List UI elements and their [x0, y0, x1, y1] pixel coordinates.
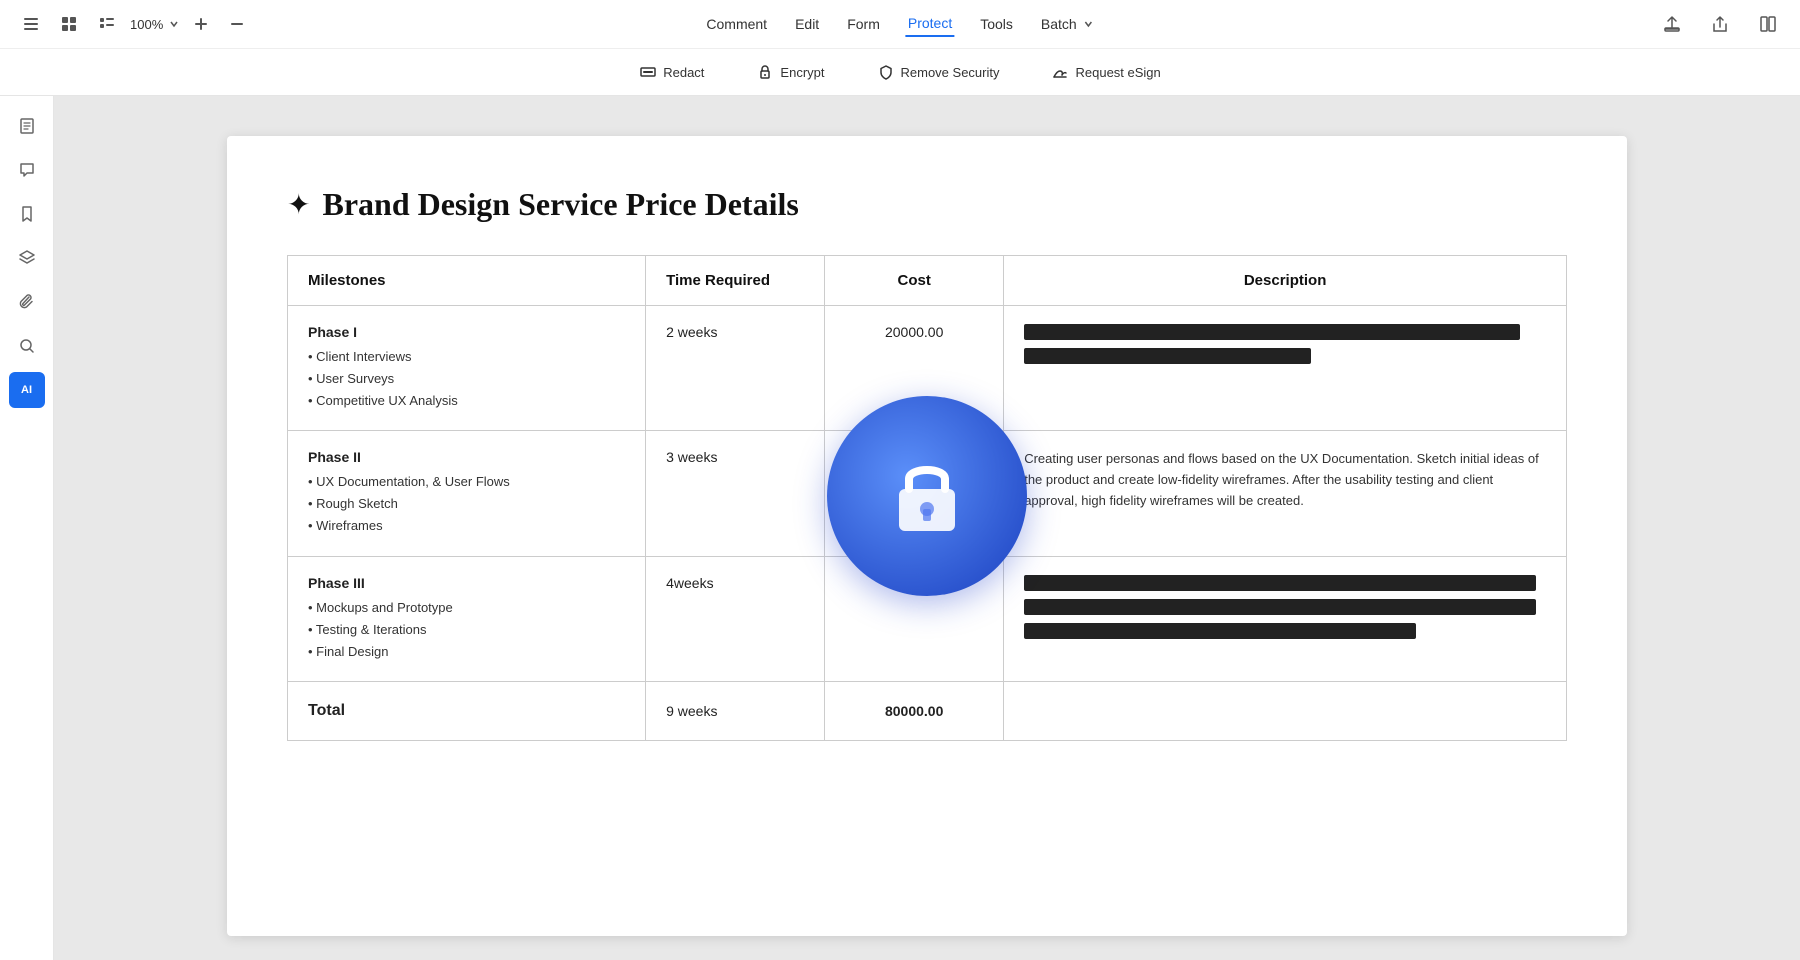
phase3-item2: • Testing & Iterations	[308, 619, 625, 641]
main-layout: AI ✦ Brand Design Service Price Details	[0, 96, 1800, 960]
phase1-milestones: Phase I • Client Interviews • User Surve…	[288, 306, 646, 431]
lock-icon	[882, 451, 972, 541]
zoom-out-button[interactable]	[223, 12, 251, 36]
total-label: Total	[308, 702, 345, 719]
list-view-button[interactable]	[92, 11, 122, 37]
zoom-value: 100%	[130, 17, 163, 32]
document-title: Brand Design Service Price Details	[322, 186, 798, 223]
remove-security-button[interactable]: Remove Security	[867, 57, 1010, 87]
phase2-item2: • Rough Sketch	[308, 493, 625, 515]
share-button[interactable]	[1704, 10, 1736, 38]
total-cost: 80000.00	[825, 681, 1004, 740]
col-header-milestones: Milestones	[288, 256, 646, 306]
left-sidebar: AI	[0, 96, 54, 960]
document-title-row: ✦ Brand Design Service Price Details	[287, 186, 1567, 223]
lock-overlay	[827, 396, 1027, 596]
redact-button[interactable]: Redact	[629, 57, 714, 87]
phase1-description	[1004, 306, 1567, 431]
col-header-time: Time Required	[646, 256, 825, 306]
sidebar-attachment-icon[interactable]	[9, 284, 45, 320]
phase1-item2: • User Surveys	[308, 368, 625, 390]
document-page: ✦ Brand Design Service Price Details Mil…	[227, 136, 1627, 936]
phase3-name: Phase III	[308, 575, 625, 591]
nav-form[interactable]: Form	[845, 12, 882, 36]
phase1-time: 2 weeks	[646, 306, 825, 431]
request-esign-button[interactable]: Request eSign	[1041, 57, 1170, 87]
phase2-item1: • UX Documentation, & User Flows	[308, 471, 625, 493]
nav-menu: Comment Edit Form Protect Tools Batch	[704, 11, 1095, 37]
phase3-description	[1004, 556, 1567, 681]
top-toolbar: 100% Comment Edit Form Protect Tools Bat…	[0, 0, 1800, 96]
col-header-description: Description	[1004, 256, 1567, 306]
redact-label: Redact	[663, 65, 704, 80]
sidebar-layers-icon[interactable]	[9, 240, 45, 276]
phase2-milestones: Phase II • UX Documentation, & User Flow…	[288, 431, 646, 556]
view-mode-button[interactable]	[1752, 10, 1784, 38]
phase3-item1: • Mockups and Prototype	[308, 597, 625, 619]
redacted-block	[1024, 348, 1311, 364]
encrypt-button[interactable]: Encrypt	[746, 57, 834, 87]
nav-batch[interactable]: Batch	[1039, 12, 1096, 36]
sidebar-ai-icon[interactable]: AI	[9, 372, 45, 408]
nav-edit[interactable]: Edit	[793, 12, 821, 36]
remove-security-label: Remove Security	[901, 65, 1000, 80]
sidebar-toggle-button[interactable]	[16, 11, 46, 37]
total-time: 9 weeks	[646, 681, 825, 740]
total-cost-value: 80000.00	[885, 703, 943, 719]
content-area: ✦ Brand Design Service Price Details Mil…	[54, 96, 1800, 960]
phase3-time: 4weeks	[646, 556, 825, 681]
phase3-item3: • Final Design	[308, 641, 625, 663]
sidebar-comment-icon[interactable]	[9, 152, 45, 188]
phase2-item3: • Wireframes	[308, 515, 625, 537]
phase2-name: Phase II	[308, 449, 625, 465]
redacted-block	[1024, 324, 1520, 340]
phase3-items: • Mockups and Prototype • Testing & Iter…	[308, 597, 625, 663]
redacted-block	[1024, 575, 1535, 591]
sidebar-bookmark-icon[interactable]	[9, 196, 45, 232]
nav-protect[interactable]: Protect	[906, 11, 954, 37]
phase1-items: • Client Interviews • User Surveys • Com…	[308, 346, 625, 412]
total-description	[1004, 681, 1567, 740]
request-esign-label: Request eSign	[1075, 65, 1160, 80]
phase2-description: Creating user personas and flows based o…	[1004, 431, 1567, 556]
phase1-item1: • Client Interviews	[308, 346, 625, 368]
sidebar-page-icon[interactable]	[9, 108, 45, 144]
zoom-in-button[interactable]	[187, 12, 215, 36]
toolbar-row1: 100% Comment Edit Form Protect Tools Bat…	[0, 0, 1800, 48]
redacted-block	[1024, 599, 1535, 615]
col-header-cost: Cost	[825, 256, 1004, 306]
encrypt-label: Encrypt	[780, 65, 824, 80]
protect-subtoolbar: Redact Encrypt Remove Security Request e…	[0, 48, 1800, 95]
phase3-milestones: Phase III • Mockups and Prototype • Test…	[288, 556, 646, 681]
upload-button[interactable]	[1656, 10, 1688, 38]
title-star-icon: ✦	[287, 188, 310, 221]
toolbar-right-actions	[1656, 10, 1784, 38]
phase2-description-text: Creating user personas and flows based o…	[1024, 451, 1539, 508]
total-label-cell: Total	[288, 681, 646, 740]
zoom-control: 100%	[130, 17, 179, 32]
nav-tools[interactable]: Tools	[978, 12, 1015, 36]
sidebar-search-icon[interactable]	[9, 328, 45, 364]
nav-comment[interactable]: Comment	[704, 12, 769, 36]
table-row-total: Total 9 weeks 80000.00	[288, 681, 1567, 740]
phase2-time: 3 weeks	[646, 431, 825, 556]
redacted-block	[1024, 623, 1415, 639]
phase2-items: • UX Documentation, & User Flows • Rough…	[308, 471, 625, 537]
toolbar-left: 100%	[16, 11, 251, 37]
phase1-item3: • Competitive UX Analysis	[308, 390, 625, 412]
phase1-name: Phase I	[308, 324, 625, 340]
grid-view-button[interactable]	[54, 11, 84, 37]
ai-label: AI	[21, 384, 32, 396]
